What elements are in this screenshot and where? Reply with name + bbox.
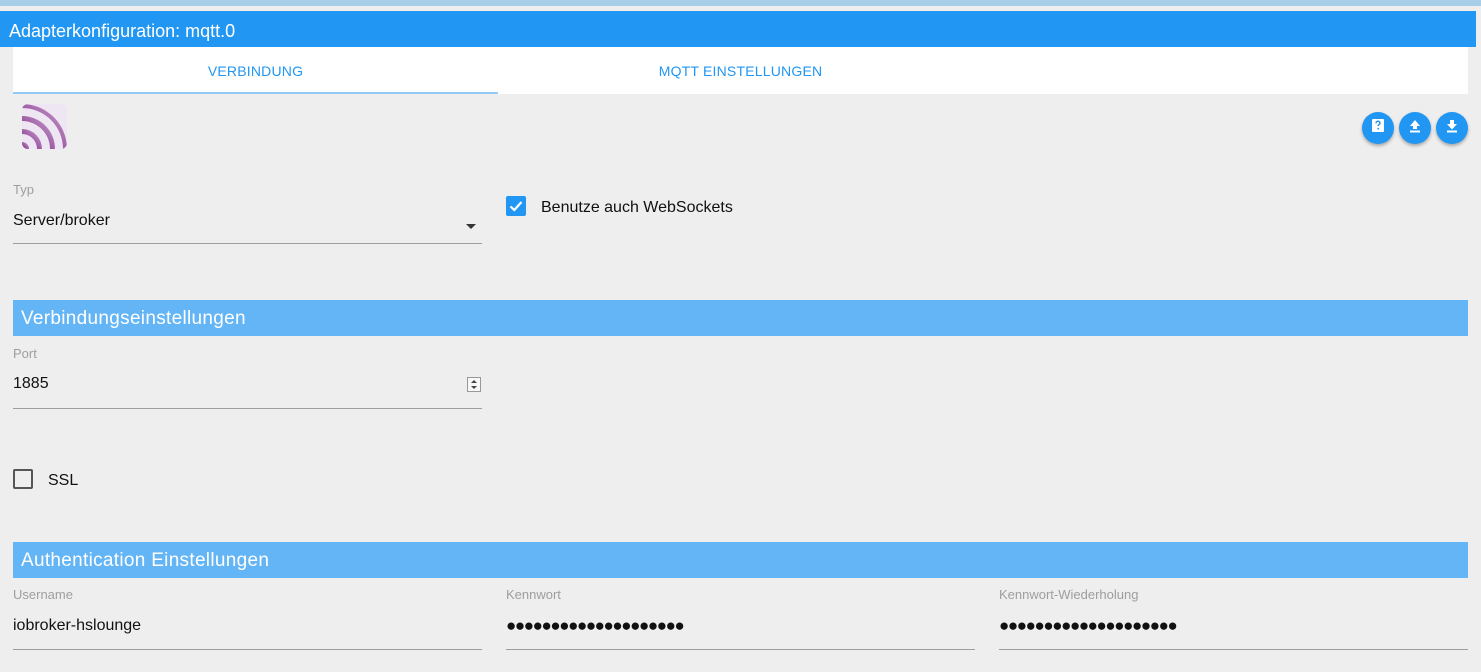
help-button[interactable] — [1362, 112, 1394, 144]
checkmark-icon — [506, 201, 526, 220]
upload-button[interactable] — [1399, 112, 1431, 144]
tab-mqtt-einstellungen[interactable]: MQTT EINSTELLUNGEN — [498, 47, 983, 94]
type-label: Typ — [13, 182, 34, 197]
password-repeat-label: Kennwort-Wiederholung — [999, 587, 1139, 602]
ssl-label: SSL — [48, 472, 79, 489]
chevron-down-icon — [465, 217, 477, 235]
password-underline — [506, 649, 975, 650]
username-input[interactable]: iobroker-hslounge — [13, 617, 141, 635]
upload-icon — [1407, 118, 1423, 139]
port-input[interactable]: 1885 — [13, 375, 49, 393]
username-underline — [13, 649, 482, 650]
tab-verbindung[interactable]: VERBINDUNG — [13, 47, 498, 94]
port-underline — [13, 408, 482, 409]
type-value: Server/broker — [13, 212, 110, 229]
tab-bar: VERBINDUNG MQTT EINSTELLUNGEN — [13, 47, 1468, 94]
type-underline — [13, 243, 482, 244]
password-repeat-input[interactable]: ●●●●●●●●●●●●●●●●●●●● — [999, 616, 1178, 636]
connection-section-header: Verbindungseinstellungen — [13, 300, 1468, 336]
top-strip — [0, 0, 1481, 6]
port-stepper[interactable] — [467, 377, 481, 392]
password-label: Kennwort — [506, 587, 561, 602]
type-select[interactable]: Server/broker — [13, 206, 482, 244]
websockets-label: Benutze auch WebSockets — [541, 199, 733, 216]
auth-section-header: Authentication Einstellungen — [13, 542, 1468, 578]
password-input[interactable]: ●●●●●●●●●●●●●●●●●●●● — [506, 616, 685, 636]
mqtt-logo-icon — [22, 104, 67, 149]
download-icon — [1444, 118, 1460, 139]
websockets-checkbox[interactable] — [506, 196, 526, 216]
port-label: Port — [13, 346, 37, 361]
window-title: Adapterkonfiguration: mqtt.0 — [0, 11, 1476, 47]
ssl-checkbox[interactable] — [13, 469, 33, 489]
password-repeat-underline — [999, 649, 1468, 650]
help-icon — [1370, 118, 1386, 139]
username-label: Username — [13, 587, 73, 602]
download-button[interactable] — [1436, 112, 1468, 144]
